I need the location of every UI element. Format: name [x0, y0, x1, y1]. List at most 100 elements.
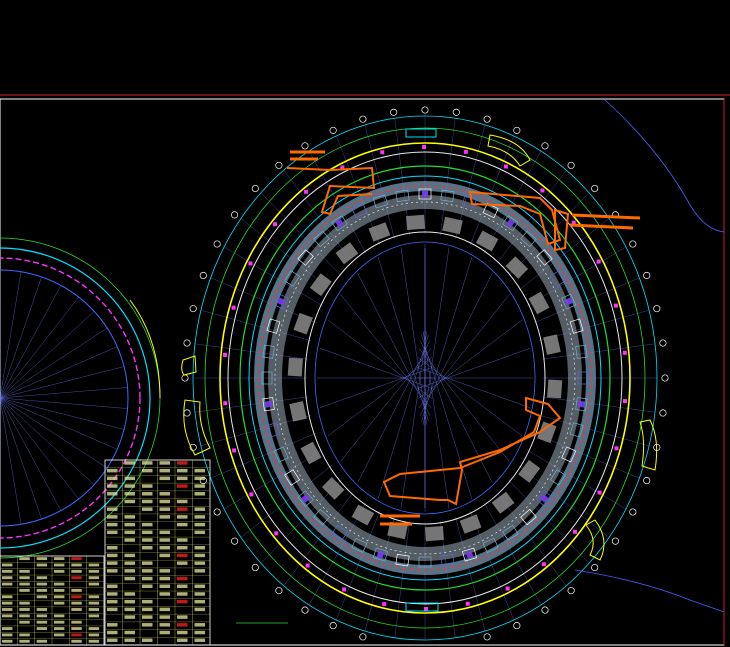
table-cell-text — [124, 538, 135, 542]
table-cell-text — [142, 522, 153, 527]
table-cell-text — [177, 538, 188, 542]
table-cell-text — [107, 569, 118, 573]
table-cell-text — [159, 584, 170, 589]
magenta-marker — [272, 222, 277, 227]
table-cell-text — [36, 627, 48, 630]
table-cell-text — [54, 614, 65, 618]
table-cell-text — [54, 588, 65, 592]
table-cell-text — [19, 608, 30, 611]
table-cell-text — [19, 633, 30, 637]
table-cell-text — [88, 633, 100, 637]
table-cell-text — [107, 607, 118, 612]
table-cell-text — [194, 561, 205, 565]
table-cell-text — [71, 620, 82, 624]
table-cell-text — [142, 538, 153, 542]
table-cell-text — [88, 608, 100, 611]
table-cell-text — [107, 476, 118, 481]
magenta-marker — [342, 587, 347, 592]
stair-core — [265, 400, 273, 408]
table-cell-text — [177, 615, 188, 619]
table-cell-text — [71, 569, 82, 573]
table-cell-text — [124, 576, 135, 581]
table-cell-text — [159, 623, 170, 627]
magenta-marker — [422, 145, 427, 150]
table-cell-text — [107, 561, 118, 565]
magenta-marker — [503, 164, 508, 169]
table-cell-text — [54, 595, 65, 599]
table-cell-text — [177, 592, 188, 596]
magenta-marker — [597, 490, 602, 495]
table-cell-text — [124, 484, 135, 488]
table-cell-text — [177, 599, 188, 604]
table-cell-text — [54, 627, 65, 630]
table-cell-text — [107, 584, 118, 589]
table-cell-text — [88, 595, 100, 599]
table-cell-text — [107, 522, 118, 527]
table-cell-text — [124, 530, 135, 535]
table-cell-text — [107, 492, 118, 496]
table-cell-text — [177, 476, 188, 481]
table-cell-text — [177, 561, 188, 565]
table-cell-text — [88, 582, 100, 586]
table-cell-text — [124, 461, 135, 465]
seating-hatch-block — [424, 525, 444, 542]
magenta-marker — [622, 350, 627, 355]
table-cell-text — [159, 492, 170, 496]
table-cell-text — [107, 468, 118, 473]
table-cell-text — [2, 582, 13, 586]
table-cell-text — [107, 599, 118, 604]
table-cell-text — [2, 569, 13, 573]
table-cell-text — [36, 563, 48, 567]
table-cell-text — [71, 563, 82, 567]
magenta-marker — [232, 448, 237, 453]
magenta-marker — [231, 305, 236, 310]
magenta-marker — [465, 601, 470, 606]
table-cell-text — [2, 639, 13, 643]
table-cell-text — [2, 601, 13, 605]
table-cell-text — [88, 614, 100, 618]
magenta-marker — [304, 189, 309, 194]
table-cell-text — [107, 507, 118, 511]
table-cell-text — [54, 563, 65, 567]
cad-drawing-canvas[interactable] — [0, 0, 730, 647]
table-cell-text — [71, 639, 82, 643]
table-cell-text — [71, 633, 82, 637]
table-cell-text — [19, 614, 30, 618]
table-cell-text — [159, 545, 170, 550]
magenta-marker — [613, 303, 618, 308]
table-cell-text — [36, 639, 48, 643]
table-cell-text — [194, 630, 205, 635]
table-cell-text — [2, 595, 13, 599]
table-cell-text — [194, 507, 205, 511]
table-cell-text — [2, 627, 13, 630]
table-cell-text — [177, 499, 188, 504]
table-cell-text — [142, 461, 153, 465]
stair-core — [577, 400, 585, 408]
table-cell-text — [142, 607, 153, 612]
magenta-marker — [382, 602, 387, 607]
magenta-marker — [573, 529, 578, 534]
table-cell-text — [177, 507, 188, 511]
table-cell-text — [159, 461, 170, 465]
table-cell-text — [177, 638, 188, 642]
table-cell-text — [19, 639, 30, 643]
table-cell-text — [19, 576, 30, 580]
table-cell-text — [54, 633, 65, 637]
table-cell-text — [194, 599, 205, 604]
table-cell-text — [36, 608, 48, 611]
table-cell-text — [107, 630, 118, 635]
table-cell-text — [2, 563, 13, 567]
table-cell-text — [194, 584, 205, 589]
table-cell-text — [177, 461, 188, 465]
table-cell-text — [194, 545, 205, 550]
table-cell-text — [142, 484, 153, 488]
table-cell-text — [142, 623, 153, 627]
magenta-marker — [248, 261, 253, 266]
table-cell-text — [124, 476, 135, 481]
table-cell-text — [36, 620, 48, 624]
table-cell-text — [142, 499, 153, 504]
table-cell-text — [177, 630, 188, 635]
magenta-marker — [423, 606, 428, 611]
table-cell-text — [54, 620, 65, 624]
table-cell-text — [36, 576, 48, 580]
